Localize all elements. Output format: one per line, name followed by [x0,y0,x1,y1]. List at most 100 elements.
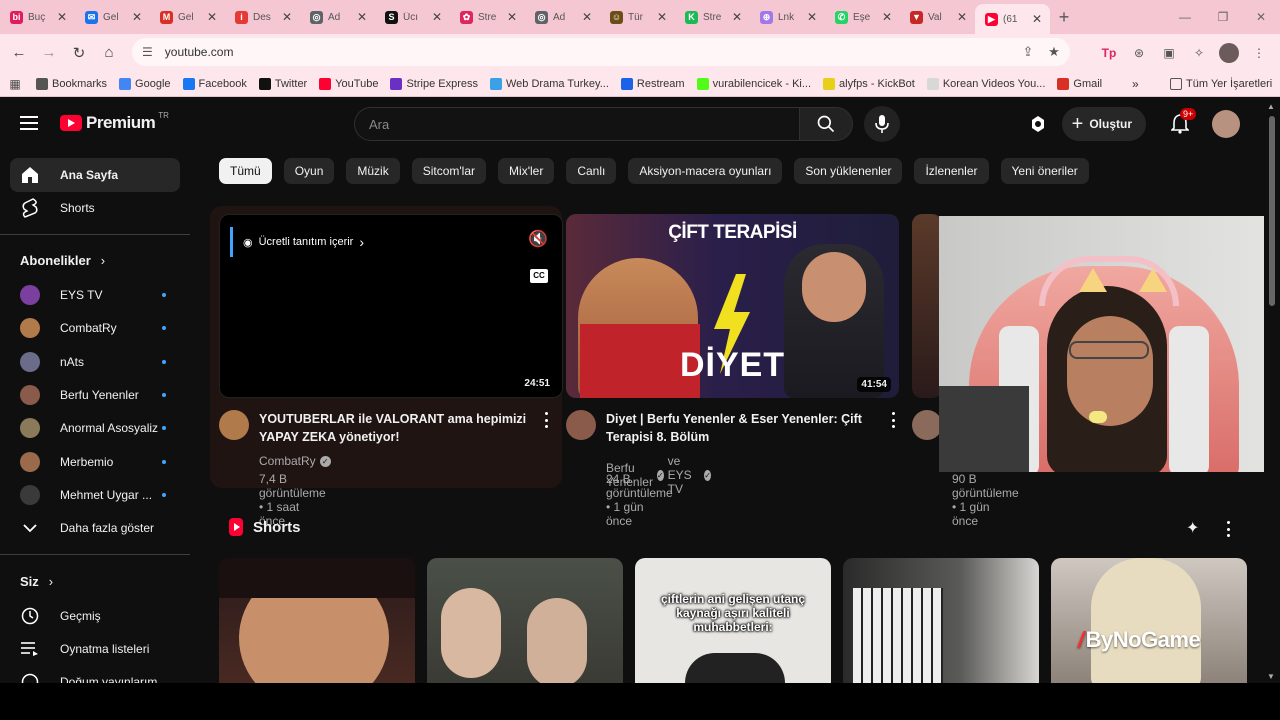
close-tab-icon[interactable]: ✕ [280,10,294,24]
browser-tab[interactable]: bi Buç ✕ [0,0,75,34]
short-thumbnail[interactable] [1051,558,1247,683]
browser-tab[interactable]: ▶ (61 ✕ [975,4,1050,34]
back-button[interactable]: ← [4,38,34,68]
filter-chip[interactable]: Tümü [219,158,272,184]
sidebar-item-channel[interactable]: Merbemio [10,445,180,479]
reload-button[interactable]: ↻ [64,38,94,68]
close-window-button[interactable]: ✕ [1242,0,1280,34]
channel-avatar[interactable] [219,410,249,440]
video-thumbnail[interactable] [912,214,942,398]
install-app-icon[interactable]: ⇪ [1018,44,1038,60]
close-tab-icon[interactable]: ✕ [655,10,669,24]
subscriptions-header[interactable]: Abonelikler › [20,253,105,268]
account-avatar[interactable] [1212,110,1240,138]
sidebar-item-channel[interactable]: nAts [10,345,180,379]
sparkle-icon[interactable]: ✦ [1186,518,1199,538]
sidebar-item-playlists[interactable]: Oynatma listeleri [10,632,180,666]
close-tab-icon[interactable]: ✕ [205,10,219,24]
close-tab-icon[interactable]: ✕ [505,10,519,24]
extension-icon[interactable]: ⊛ [1126,40,1152,66]
sidebar-item-channel[interactable]: EYS TV [10,278,180,312]
filter-chip[interactable]: Yeni öneriler [1000,158,1089,184]
short-thumbnail[interactable] [843,558,1039,683]
bookmark-item[interactable]: Web Drama Turkey... [490,77,609,90]
close-tab-icon[interactable]: ✕ [955,10,969,24]
browser-tab[interactable]: K Stre ✕ [675,0,750,34]
extension-icon[interactable]: Tp [1096,40,1122,66]
bookmark-item[interactable]: Restream [620,77,685,90]
browser-tab[interactable]: ▼ Val ✕ [900,0,975,34]
page-scrollbar[interactable]: ▲ ▼ [1264,100,1280,683]
close-tab-icon[interactable]: ✕ [805,10,819,24]
close-tab-icon[interactable]: ✕ [430,10,444,24]
video-title[interactable]: YOUTUBERLAR ile VALORANT ama hepimizi YA… [259,410,539,446]
close-tab-icon[interactable]: ✕ [130,10,144,24]
close-tab-icon[interactable]: ✕ [580,10,594,24]
site-info-icon[interactable]: ☰ [142,45,153,59]
filter-chip[interactable]: Canlı [566,158,617,184]
profile-avatar[interactable] [1216,40,1242,66]
browser-tab[interactable]: ☺ Tür ✕ [600,0,675,34]
sidebar-item-history[interactable]: Geçmiş [10,599,180,633]
filter-chip[interactable]: Aksiyon-macera oyunları [628,158,783,184]
channel-avatar[interactable] [566,410,596,440]
short-thumbnail[interactable]: çiftlerin ani gelişen utanç kaynağı aşır… [635,558,831,683]
scroll-up-icon[interactable]: ▲ [1267,102,1275,111]
close-tab-icon[interactable]: ✕ [880,10,894,24]
new-tab-button[interactable]: + [1050,7,1078,28]
filter-chip[interactable]: Son yüklenenler [794,158,903,184]
more-actions-icon[interactable] [1223,521,1233,537]
browser-tab[interactable]: ✆ Eşe ✕ [825,0,900,34]
filter-chip[interactable]: İzlenenler [914,158,989,184]
mute-icon[interactable]: 🔇 [528,229,548,249]
bookmarks-overflow-icon[interactable]: » [1132,77,1139,91]
more-actions-icon[interactable] [541,412,551,428]
bookmark-item[interactable]: Twitter [258,77,307,90]
create-button[interactable]: + Oluştur [1061,107,1146,141]
filter-chip[interactable]: Mix'ler [498,158,555,184]
bookmark-item[interactable]: Stripe Express [390,77,478,90]
bookmark-item[interactable]: Korean Videos You... [926,77,1045,90]
all-bookmarks-folder[interactable]: Tüm Yer İşaretleri [1170,77,1272,90]
browser-tab[interactable]: S Ücı ✕ [375,0,450,34]
show-more-button[interactable]: Daha fazla göster [10,511,180,545]
sidebar-item-channel[interactable]: Berfu Yenenler [10,378,180,412]
browser-tab[interactable]: i Des ✕ [225,0,300,34]
home-button[interactable]: ⌂ [94,38,124,68]
browser-tab[interactable]: ◎ Ad ✕ [300,0,375,34]
bookmark-star-icon[interactable]: ★ [1044,44,1064,60]
guide-menu-icon[interactable] [20,116,38,130]
menu-icon[interactable]: ⋮ [1246,40,1272,66]
notifications-button[interactable]: 9+ [1162,106,1198,142]
browser-tab[interactable]: M Gel ✕ [150,0,225,34]
maximize-button[interactable]: ❐ [1204,0,1242,34]
sidebar-item-channel[interactable]: CombatRy [10,311,180,345]
sidebar-item-channel[interactable]: Anormal Asosyaliz [10,411,180,445]
minimize-button[interactable]: — [1166,0,1204,34]
close-tab-icon[interactable]: ✕ [55,10,69,24]
video-thumbnail[interactable]: ◉ Ücretli tanıtım içerir › 🔇 CC 24:51 [219,214,563,398]
filter-chip[interactable]: Oyun [283,158,335,184]
browser-tab[interactable]: ◎ Ad ✕ [525,0,600,34]
bookmark-item[interactable]: Facebook [182,77,247,90]
video-title[interactable]: Diyet | Berfu Yenenler & Eser Yenenler: … [606,410,876,446]
sidebar-item-shorts[interactable]: Shorts [10,191,180,225]
captions-icon[interactable]: CC [530,269,548,283]
filter-chip[interactable]: Müzik [346,158,400,184]
more-actions-icon[interactable] [888,412,898,428]
short-thumbnail[interactable] [427,558,623,683]
video-thumbnail[interactable]: ÇİFT TERAPİSİ DİYET 41:54 [566,214,899,398]
extension-icon[interactable]: ▣ [1156,40,1182,66]
bookmark-item[interactable]: Bookmarks [36,77,107,90]
create-sparkle-icon[interactable] [1020,106,1056,142]
channel-avatar[interactable] [912,410,942,440]
forward-button[interactable]: → [34,38,64,68]
sidebar-item-partial[interactable]: Doğum yayınlarım [10,665,180,683]
sidebar-item-channel[interactable]: Mehmet Uygar ... [10,478,180,512]
youtube-logo[interactable]: Premium TR [60,111,169,133]
browser-tab[interactable]: ⊕ Lnk ✕ [750,0,825,34]
close-tab-icon[interactable]: ✕ [730,10,744,24]
close-tab-icon[interactable]: ✕ [355,10,369,24]
scroll-down-icon[interactable]: ▼ [1267,672,1275,681]
address-bar[interactable]: ☰ youtube.com ⇪ ★ [132,38,1070,66]
